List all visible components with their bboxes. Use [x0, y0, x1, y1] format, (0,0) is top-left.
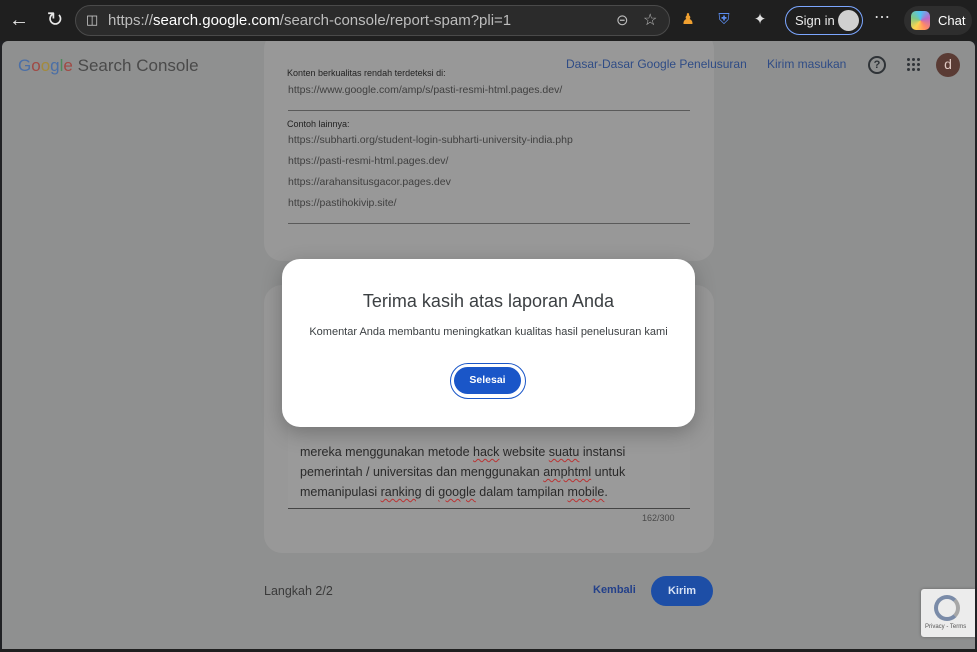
low-quality-label: Konten berkualitas rendah terdeteksi di: [287, 68, 446, 78]
sign-in-button[interactable]: Sign in [785, 6, 863, 35]
extensions-puzzle-icon[interactable]: ✦ [749, 9, 771, 31]
extension-person-icon[interactable]: ♟ [677, 9, 699, 31]
dialog-title: Terima kasih atas laporan Anda [362, 291, 615, 311]
sign-in-label: Sign in [795, 13, 835, 28]
chat-button[interactable]: Chat [904, 6, 972, 35]
address-bar[interactable]: ◫ https://search.google.com/search-conso… [75, 5, 670, 36]
zoom-icon[interactable]: ⊝ [616, 11, 629, 29]
thank-you-dialog: Terima kasih atas laporan Anda Komentar … [282, 259, 695, 427]
low-quality-url: https://www.google.com/amp/s/pasti-resmi… [288, 84, 563, 96]
reload-icon[interactable]: ↻ [43, 8, 67, 32]
more-menu-icon[interactable]: ⋯ [871, 7, 893, 29]
example-url: https://pasti-resmi-html.pages.dev/ [288, 155, 449, 167]
shield-extension-icon[interactable]: ⛨ [713, 9, 735, 31]
chat-label: Chat [938, 13, 966, 28]
nav-link-feedback[interactable]: Kirim masukan [767, 57, 846, 71]
user-avatar[interactable]: d [936, 53, 960, 77]
send-button[interactable]: Kirim [651, 576, 713, 606]
search-console-logo[interactable]: Google Search Console [18, 56, 199, 76]
profile-avatar-icon [838, 10, 859, 31]
recaptcha-badge[interactable]: Privacy - Terms [921, 589, 975, 637]
divider [288, 110, 690, 111]
site-info-icon[interactable]: ◫ [86, 12, 98, 28]
recaptcha-icon [934, 595, 960, 621]
help-icon[interactable]: ? [868, 56, 886, 74]
url-text: https://search.google.com/search-console… [108, 12, 512, 29]
character-counter: 162/300 [642, 513, 675, 523]
favorite-star-icon[interactable]: ☆ [643, 10, 657, 30]
comment-textarea[interactable]: mereka menggunakan metode hack website s… [288, 427, 690, 509]
apps-grid-icon[interactable] [907, 58, 921, 72]
done-button[interactable]: Selesai [454, 367, 521, 394]
nav-link-search-basics[interactable]: Dasar-Dasar Google Penelusuran [566, 57, 747, 71]
browser-toolbar: ← ↻ ◫ https://search.google.com/search-c… [0, 0, 977, 41]
example-url: https://arahansitusgacor.pages.dev [288, 176, 451, 188]
example-url: https://subharti.org/student-login-subha… [288, 134, 573, 146]
divider [288, 223, 690, 224]
back-button[interactable]: Kembali [593, 584, 636, 596]
done-button-focus-ring: Selesai [450, 363, 526, 399]
example-url: https://pastihokivip.site/ [288, 197, 397, 209]
step-indicator: Langkah 2/2 [264, 584, 333, 598]
copilot-icon [911, 11, 930, 30]
other-examples-label: Contoh lainnya: [287, 119, 350, 129]
back-arrow-icon[interactable]: ← [7, 8, 31, 32]
recaptcha-terms[interactable]: Privacy - Terms [925, 624, 966, 630]
dialog-message: Komentar Anda membantu meningkatkan kual… [309, 326, 668, 338]
